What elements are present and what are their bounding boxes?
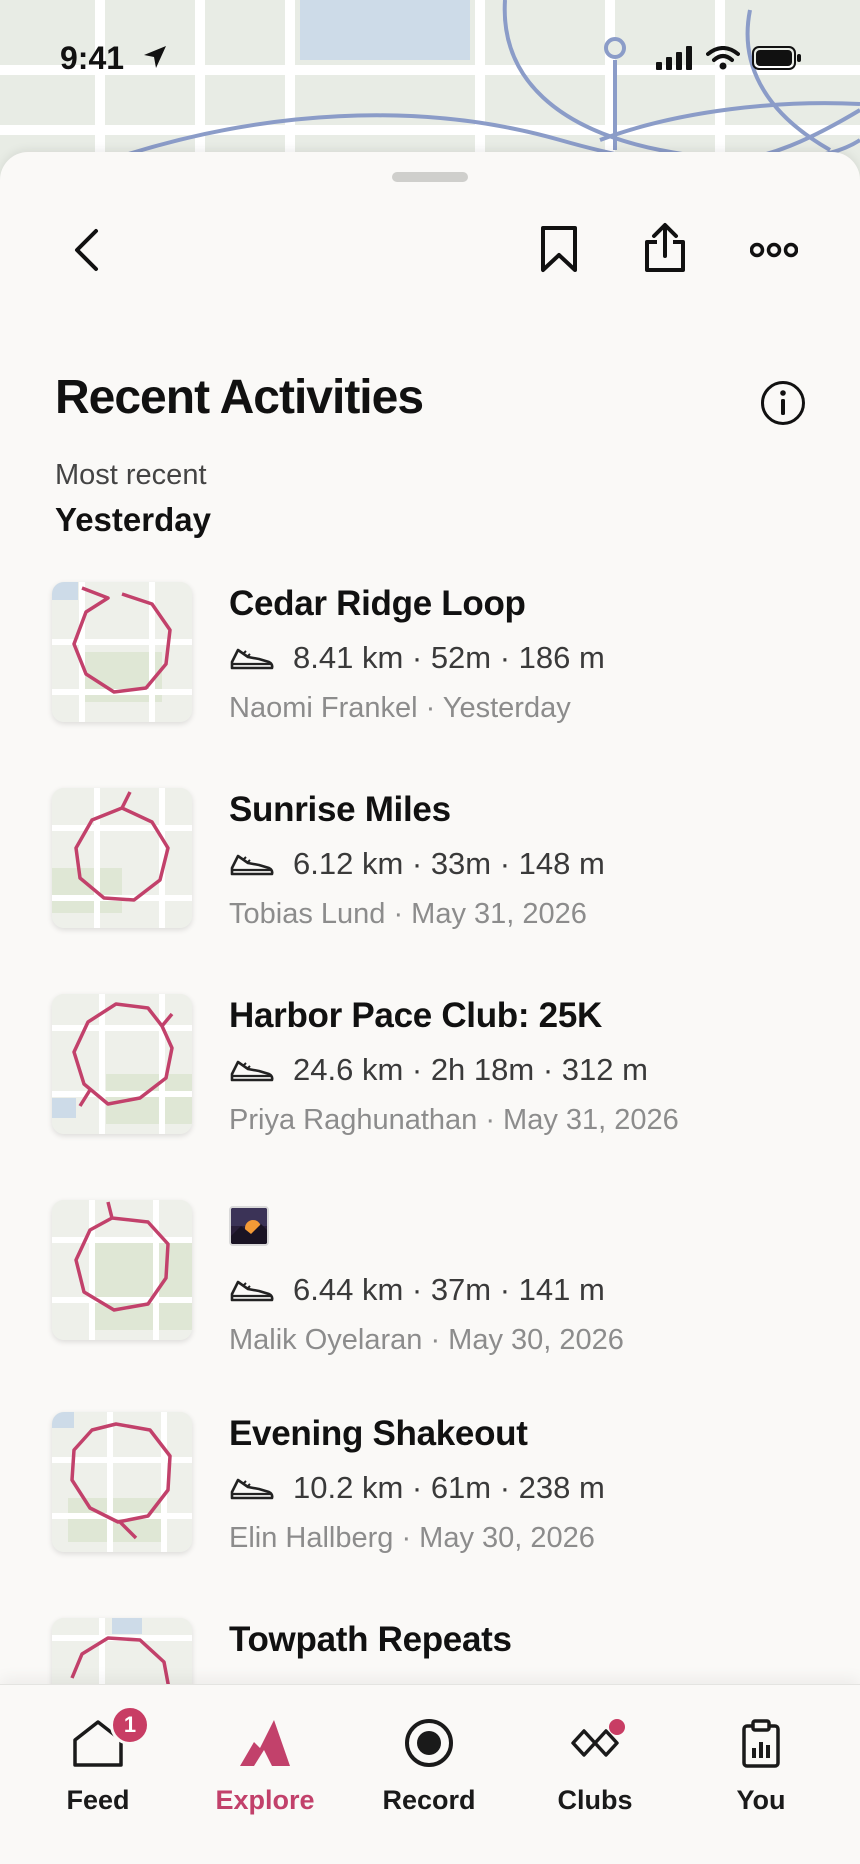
tab-you[interactable]: You bbox=[691, 1713, 831, 1833]
status-time: 9:41 bbox=[60, 40, 125, 76]
info-button[interactable] bbox=[758, 378, 808, 428]
route-map-thumbnail bbox=[52, 994, 192, 1134]
run-shoe-icon bbox=[230, 648, 274, 670]
bookmark-icon bbox=[541, 226, 577, 272]
run-shoe-icon bbox=[230, 1060, 274, 1082]
ellipsis-icon bbox=[750, 242, 798, 258]
activity-meta: Elin Hallberg · May 30, 2026 bbox=[229, 1522, 595, 1554]
activity-stats-text: 24.6 km · 2h 18m · 312 m bbox=[293, 1052, 648, 1087]
back-button[interactable] bbox=[62, 222, 110, 278]
section-heading: Yesterday bbox=[55, 501, 211, 538]
activity-meta: Naomi Frankel · Yesterday bbox=[229, 692, 571, 724]
route-map-thumbnail bbox=[52, 582, 192, 722]
you-icon bbox=[742, 1719, 780, 1768]
activity-stats: 6.12 km · 33m · 148 m bbox=[229, 846, 605, 882]
activity-stats-text: 6.12 km · 33m · 148 m bbox=[293, 846, 605, 881]
activity-stats: 10.2 km · 61m · 238 m bbox=[229, 1470, 605, 1506]
info-icon bbox=[761, 381, 805, 425]
activities-sheet: Recent Activities Most recent Yesterday … bbox=[0, 152, 860, 1864]
more-options-button[interactable] bbox=[746, 230, 802, 270]
tab-clubs[interactable]: Clubs bbox=[525, 1713, 665, 1833]
activity-title[interactable]: Harbor Pace Club: 25K bbox=[229, 996, 602, 1036]
section-subtitle: Most recent bbox=[55, 459, 207, 491]
activity-stats: 6.44 km · 37m · 141 m bbox=[229, 1272, 605, 1308]
activity-meta: Tobias Lund · May 31, 2026 bbox=[229, 898, 587, 930]
activity-meta: Priya Raghunathan · May 31, 2026 bbox=[229, 1104, 679, 1136]
activity-title[interactable]: Evening Shakeout bbox=[229, 1414, 528, 1454]
activity-row[interactable]: Sunrise Miles 6.12 km · 33m · 148 m Tobi… bbox=[0, 788, 860, 994]
activity-stats-text: 6.44 km · 37m · 141 m bbox=[293, 1272, 605, 1307]
tab-label: Clubs bbox=[557, 1785, 633, 1815]
record-icon bbox=[405, 1719, 453, 1767]
tab-label: You bbox=[736, 1785, 786, 1815]
notification-badge: 1 bbox=[110, 1705, 150, 1745]
run-shoe-icon bbox=[230, 854, 274, 876]
tab-label: Explore bbox=[215, 1785, 315, 1815]
tab-explore[interactable]: Explore bbox=[195, 1713, 335, 1833]
activity-meta: Malik Oyelaran · May 30, 2026 bbox=[229, 1324, 624, 1356]
activity-title[interactable]: Towpath Repeats bbox=[229, 1620, 512, 1660]
wifi-icon bbox=[706, 46, 740, 70]
activity-title[interactable]: Sunrise Miles bbox=[229, 790, 451, 830]
activity-row[interactable]: Cedar Ridge Loop 8.41 km · 52m · 186 m N… bbox=[0, 582, 860, 788]
activity-row[interactable]: 6.44 km · 37m · 141 m Malik Oyelaran · M… bbox=[0, 1200, 860, 1412]
activity-stats-text: 8.41 km · 52m · 186 m bbox=[293, 640, 605, 675]
activity-list: Cedar Ridge Loop 8.41 km · 52m · 186 m N… bbox=[0, 582, 860, 1824]
tab-feed[interactable]: 1 Feed bbox=[28, 1705, 168, 1833]
activity-stats: 8.41 km · 52m · 186 m bbox=[229, 640, 605, 676]
tab-label: Record bbox=[382, 1785, 476, 1815]
activity-row[interactable]: Harbor Pace Club: 25K 24.6 km · 2h 18m ·… bbox=[0, 994, 860, 1200]
location-arrow-icon bbox=[144, 46, 166, 68]
tab-bar: 1 Feed Explore Record Clubs You bbox=[0, 1684, 860, 1864]
run-shoe-icon bbox=[230, 1478, 274, 1500]
activity-row[interactable]: Evening Shakeout 10.2 km · 61m · 238 m E… bbox=[0, 1412, 860, 1618]
sheet-grabber[interactable] bbox=[392, 172, 468, 182]
page-title: Recent Activities bbox=[55, 371, 424, 424]
explore-icon bbox=[240, 1720, 290, 1766]
battery-icon bbox=[752, 46, 801, 70]
activity-stats: 24.6 km · 2h 18m · 312 m bbox=[229, 1052, 648, 1088]
tab-label: Feed bbox=[66, 1785, 130, 1815]
tab-record[interactable]: Record bbox=[359, 1713, 499, 1833]
cellular-signal-icon bbox=[656, 46, 692, 70]
activity-title[interactable]: Cedar Ridge Loop bbox=[229, 584, 526, 624]
route-map-thumbnail bbox=[52, 1412, 192, 1552]
run-shoe-icon bbox=[230, 1280, 274, 1302]
share-button[interactable] bbox=[640, 218, 690, 278]
unread-dot bbox=[609, 1719, 625, 1735]
route-map-thumbnail bbox=[52, 788, 192, 928]
route-map-thumbnail bbox=[52, 1200, 192, 1340]
chevron-left-icon bbox=[75, 229, 98, 271]
activity-stats-text: 10.2 km · 61m · 238 m bbox=[293, 1470, 605, 1505]
bookmark-button[interactable] bbox=[534, 220, 584, 278]
status-bar: 9:41 bbox=[0, 0, 860, 120]
share-icon bbox=[645, 223, 685, 272]
photo-thumbnail[interactable] bbox=[229, 1206, 269, 1246]
